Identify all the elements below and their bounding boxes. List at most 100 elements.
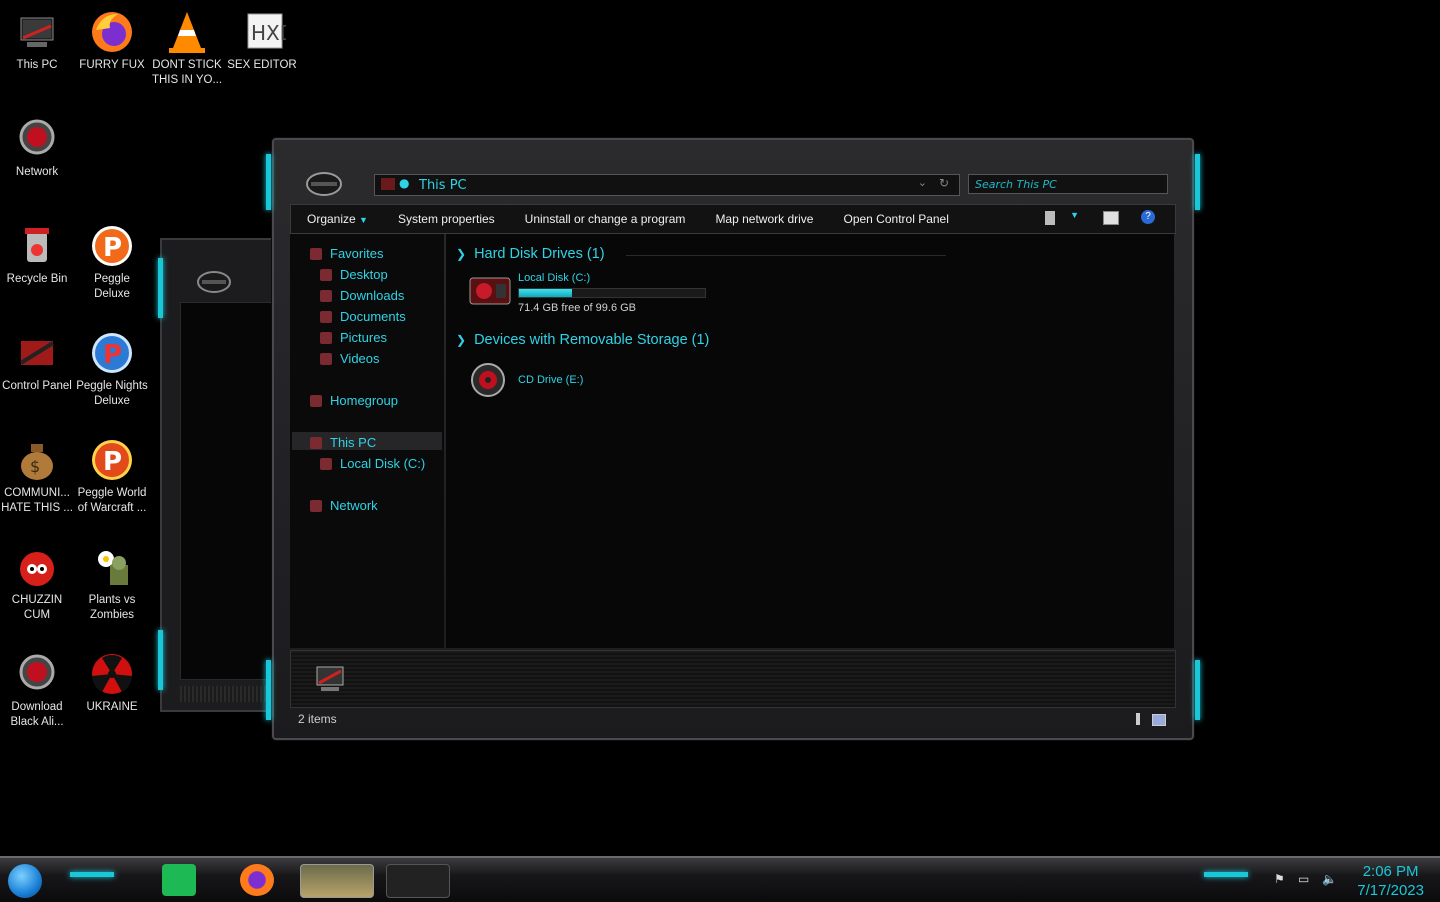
item-count: 2 items bbox=[298, 712, 337, 726]
desktop-icon-recycle-bin[interactable]: Recycle Bin bbox=[0, 222, 74, 287]
search-input[interactable]: Search This PC bbox=[968, 174, 1168, 194]
firefox-icon[interactable] bbox=[240, 864, 274, 896]
chuzzle-icon bbox=[13, 543, 61, 591]
svg-text:P: P bbox=[103, 233, 122, 263]
desktop-icon-communi[interactable]: $ COMMUNI... HATE THIS ... bbox=[0, 436, 74, 516]
computer-icon bbox=[310, 436, 322, 449]
nav-item-downloads[interactable]: Downloads bbox=[320, 288, 404, 303]
desktop-icon-label: Recycle Bin bbox=[6, 273, 68, 285]
desktop-icon-furry-fux[interactable]: FURRY FUX bbox=[75, 8, 149, 73]
control-panel-icon bbox=[13, 329, 61, 377]
drive-usage-fill bbox=[519, 289, 572, 297]
chevron-down-icon[interactable]: ⌄ bbox=[918, 176, 927, 189]
desktop-icon-network[interactable]: Network bbox=[0, 115, 74, 180]
network-tray-icon[interactable]: ▭ bbox=[1298, 872, 1314, 886]
help-icon[interactable]: ? bbox=[1141, 210, 1155, 224]
glow-accent bbox=[1195, 154, 1200, 210]
desktop-icon-chuzzin[interactable]: CHUZZIN CUM bbox=[0, 543, 74, 623]
peggle-wow-icon: P bbox=[88, 436, 136, 484]
chevron-right-icon: ● bbox=[399, 176, 410, 190]
system-properties-button[interactable]: System properties bbox=[383, 212, 510, 226]
svg-text:P: P bbox=[103, 340, 122, 370]
map-network-drive-button[interactable]: Map network drive bbox=[700, 212, 828, 226]
desktop-icon-label: DONT STICK THIS IN YO... bbox=[151, 59, 223, 86]
nav-item-desktop[interactable]: Desktop bbox=[320, 267, 388, 282]
nav-item-videos[interactable]: Videos bbox=[320, 351, 380, 366]
nav-label: Pictures bbox=[340, 330, 387, 345]
control-panel-taskbar-button[interactable] bbox=[386, 864, 450, 898]
uninstall-program-button[interactable]: Uninstall or change a program bbox=[510, 212, 701, 226]
details-view-icon[interactable] bbox=[1136, 713, 1140, 725]
chevron-down-icon: ❯ bbox=[456, 333, 467, 347]
svg-text:HXD: HXD bbox=[251, 21, 286, 45]
desktop-icon-control-panel[interactable]: Control Panel bbox=[0, 329, 74, 394]
desktop-icon-label: Download Black Ali... bbox=[10, 701, 64, 728]
chevron-down-icon: ❯ bbox=[456, 247, 467, 261]
back-orb-icon[interactable] bbox=[304, 170, 344, 198]
desktop-icon-plants-vs-zombies[interactable]: Plants vs Zombies bbox=[75, 543, 149, 623]
chevron-down-icon[interactable]: ▼ bbox=[1070, 210, 1079, 220]
nav-item-favorites[interactable]: Favorites bbox=[310, 246, 383, 261]
start-button[interactable] bbox=[8, 864, 42, 898]
picture-icon bbox=[320, 331, 332, 344]
open-control-panel-button[interactable]: Open Control Panel bbox=[828, 212, 963, 226]
nav-item-local-disk[interactable]: Local Disk (C:) bbox=[320, 456, 425, 471]
desktop-icon-sex-editor[interactable]: HXD SEX EDITOR bbox=[225, 8, 299, 73]
file-explorer-taskbar-button[interactable] bbox=[300, 864, 374, 898]
view-options-icon[interactable] bbox=[1045, 211, 1055, 225]
desktop-icon-peggle-deluxe[interactable]: P Peggle Deluxe bbox=[75, 222, 149, 302]
refresh-icon[interactable]: ↻ bbox=[939, 176, 949, 190]
action-center-flag-icon[interactable]: ⚑ bbox=[1274, 872, 1290, 886]
nav-label: Desktop bbox=[340, 267, 388, 282]
drive-name: CD Drive (E:) bbox=[518, 374, 584, 386]
glow-accent bbox=[266, 660, 271, 720]
computer-icon bbox=[316, 666, 344, 691]
cd-drive-icon bbox=[471, 363, 505, 397]
command-bar: Organize ▼ System properties Uninstall o… bbox=[290, 204, 1176, 234]
group-header-removable-storage[interactable]: ❯ Devices with Removable Storage (1) bbox=[456, 332, 709, 348]
svg-text:$: $ bbox=[30, 457, 40, 476]
address-bar[interactable]: ● This PC ⌄ ↻ bbox=[374, 174, 960, 196]
network-icon bbox=[310, 499, 322, 512]
computer-icon bbox=[381, 178, 395, 190]
glow-accent bbox=[1195, 660, 1200, 720]
drive-free-space: 71.4 GB free of 99.6 GB bbox=[518, 302, 637, 314]
nav-label: Documents bbox=[340, 309, 406, 324]
glow-accent bbox=[70, 872, 114, 877]
desktop-icon-peggle-nights[interactable]: P Peggle Nights Deluxe bbox=[75, 329, 149, 409]
drive-item-e[interactable]: CD Drive (E:) bbox=[468, 362, 668, 402]
desktop-icon-this-pc[interactable]: This PC bbox=[0, 8, 74, 73]
radiation-icon bbox=[88, 650, 136, 698]
volume-icon[interactable]: 🔈 bbox=[1322, 872, 1338, 886]
nav-item-this-pc[interactable]: This PC bbox=[310, 435, 376, 450]
group-header-hard-disk-drives[interactable]: ❯ Hard Disk Drives (1) bbox=[456, 246, 605, 262]
group-label: Hard Disk Drives (1) bbox=[474, 246, 605, 262]
peggle-nights-icon: P bbox=[88, 329, 136, 377]
clock-time: 2:06 PM bbox=[1362, 863, 1419, 880]
desktop-icon-download-black-ali[interactable]: Download Black Ali... bbox=[0, 650, 74, 730]
nav-item-pictures[interactable]: Pictures bbox=[320, 330, 387, 345]
drive-item-c[interactable]: Local Disk (C:) 71.4 GB free of 99.6 GB bbox=[468, 272, 718, 318]
nav-item-documents[interactable]: Documents bbox=[320, 309, 406, 324]
large-icons-view-icon[interactable] bbox=[1152, 714, 1166, 726]
homegroup-icon bbox=[310, 394, 322, 407]
spotify-icon[interactable] bbox=[162, 864, 196, 896]
organize-button[interactable]: Organize ▼ bbox=[291, 212, 383, 226]
vlc-cone-icon bbox=[163, 8, 211, 56]
preview-pane-icon[interactable] bbox=[1103, 211, 1119, 225]
navigation-pane: Favorites Desktop Downloads Documents Pi… bbox=[290, 234, 444, 648]
desktop-icon-label: This PC bbox=[16, 59, 58, 71]
video-icon bbox=[320, 352, 332, 365]
desktop-icon-label: Control Panel bbox=[2, 380, 72, 392]
nav-item-network[interactable]: Network bbox=[310, 498, 378, 513]
hxd-icon: HXD bbox=[238, 8, 295, 56]
group-divider bbox=[626, 255, 946, 256]
desktop-icon-peggle-world[interactable]: P Peggle World of Warcraft ... bbox=[75, 436, 149, 516]
explorer-window[interactable]: ● This PC ⌄ ↻ Search This PC Organize ▼ … bbox=[266, 138, 1200, 740]
desktop-icon-ukraine[interactable]: UKRAINE bbox=[75, 650, 149, 715]
desktop-icon-dont-stick[interactable]: DONT STICK THIS IN YO... bbox=[150, 8, 224, 88]
system-clock[interactable]: 2:06 PM 7/17/2023 bbox=[1357, 862, 1424, 900]
pvz-icon bbox=[88, 543, 136, 591]
desktop-icon-label: Peggle Deluxe bbox=[94, 273, 130, 300]
nav-item-homegroup[interactable]: Homegroup bbox=[310, 393, 398, 408]
